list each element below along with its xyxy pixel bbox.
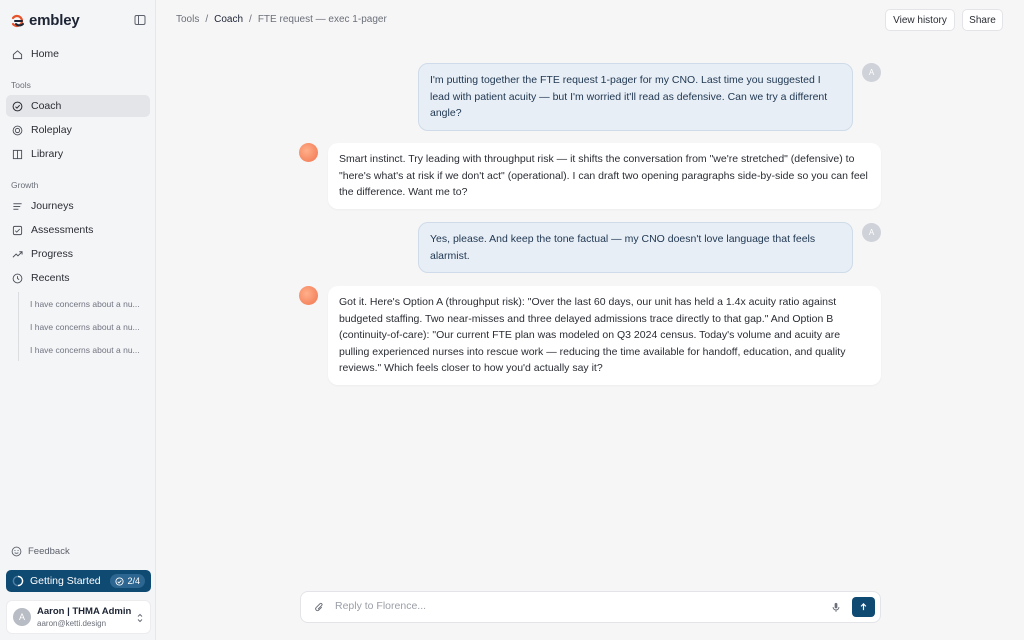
sidebar: embley Home Tools Coach Roleplay Library…: [0, 0, 156, 640]
view-history-button[interactable]: View history: [885, 9, 955, 31]
sidebar-item-assessments[interactable]: Assessments: [6, 219, 150, 241]
user-avatar: A: [862, 63, 881, 82]
library-icon: [12, 149, 23, 159]
avatar: A: [13, 608, 31, 626]
sidebar-item-home[interactable]: Home: [6, 43, 150, 65]
reply-composer: [300, 591, 881, 623]
sidebar-item-label: Home: [31, 48, 60, 60]
getting-started-label: Getting Started: [30, 575, 101, 587]
journeys-icon: [13, 202, 22, 210]
clock-icon: [12, 273, 23, 283]
sidebar-item-library[interactable]: Library: [6, 143, 150, 165]
sidebar-item-label: Library: [31, 148, 64, 160]
sidebar-item-roleplay[interactable]: Roleplay: [6, 119, 150, 141]
sidebar-collapse-icon[interactable]: [134, 14, 146, 26]
breadcrumb: Tools / Coach / FTE request — exec 1-pag…: [176, 14, 387, 25]
getting-started-progress-badge: 2/4: [110, 574, 145, 588]
microphone-icon[interactable]: [831, 602, 841, 613]
user-avatar: A: [862, 223, 881, 242]
recent-item[interactable]: I have concerns about a nu...: [19, 315, 150, 338]
arrow-up-icon: [860, 603, 867, 611]
checkbox-icon: [12, 225, 23, 235]
sidebar-item-journeys[interactable]: Journeys: [6, 195, 150, 217]
sidebar-item-recents[interactable]: Recents: [6, 267, 150, 289]
user-email: aaron@ketti.design: [37, 619, 107, 628]
sidebar-item-label: Assessments: [31, 224, 94, 236]
sidebar-item-label: Progress: [31, 248, 74, 260]
breadcrumb-separator: /: [205, 14, 209, 25]
recent-item[interactable]: I have concerns about a nu...: [19, 292, 150, 315]
feedback-link[interactable]: Feedback: [11, 546, 70, 557]
embley-logo-icon: [11, 14, 24, 27]
recents-list: I have concerns about a nu... I have con…: [18, 292, 150, 361]
section-label-tools: Tools: [11, 80, 31, 90]
breadcrumb-doc: FTE request — exec 1-pager: [257, 14, 387, 25]
reply-input[interactable]: [335, 600, 815, 612]
user-name: Aaron | THMA Admin: [37, 606, 132, 617]
section-label-growth: Growth: [11, 180, 39, 190]
recent-item[interactable]: I have concerns about a nu...: [19, 338, 150, 361]
breadcrumb-page[interactable]: Coach: [214, 14, 243, 25]
sidebar-item-label: Recents: [31, 272, 70, 284]
coach-icon: [12, 101, 23, 111]
home-icon: [12, 49, 23, 59]
user-message: Yes, please. And keep the tone factual —…: [418, 222, 853, 273]
check-circle-icon: [115, 576, 125, 586]
roleplay-icon: [12, 125, 23, 135]
feedback-label: Feedback: [28, 546, 70, 557]
sidebar-item-coach[interactable]: Coach: [6, 95, 150, 117]
breadcrumb-section[interactable]: Tools: [176, 14, 199, 25]
smiley-icon: [11, 546, 22, 557]
send-button[interactable]: [852, 597, 875, 617]
brand-logo[interactable]: embley: [10, 12, 80, 29]
getting-started-progress: 2/4: [127, 576, 140, 586]
brand-name: embley: [29, 12, 80, 29]
assistant-avatar: [299, 286, 318, 305]
getting-started-button[interactable]: Getting Started 2/4: [6, 570, 151, 592]
trend-up-icon: [12, 250, 23, 258]
sidebar-item-label: Coach: [31, 100, 62, 112]
sidebar-item-progress[interactable]: Progress: [6, 243, 150, 265]
user-message: I'm putting together the FTE request 1-p…: [418, 63, 853, 131]
assistant-avatar: [299, 143, 318, 162]
paperclip-icon[interactable]: [314, 602, 325, 613]
assistant-message: Smart instinct. Try leading with through…: [328, 143, 881, 209]
sidebar-item-label: Roleplay: [31, 124, 72, 136]
chevron-up-down-icon: [137, 613, 143, 623]
breadcrumb-separator: /: [249, 14, 252, 25]
sidebar-item-label: Journeys: [31, 200, 74, 212]
user-account-menu[interactable]: A Aaron | THMA Admin aaron@ketti.design: [6, 600, 151, 634]
share-button[interactable]: Share: [962, 9, 1003, 31]
progress-ring-icon: [12, 575, 24, 587]
assistant-message: Got it. Here's Option A (throughput risk…: [328, 286, 881, 385]
